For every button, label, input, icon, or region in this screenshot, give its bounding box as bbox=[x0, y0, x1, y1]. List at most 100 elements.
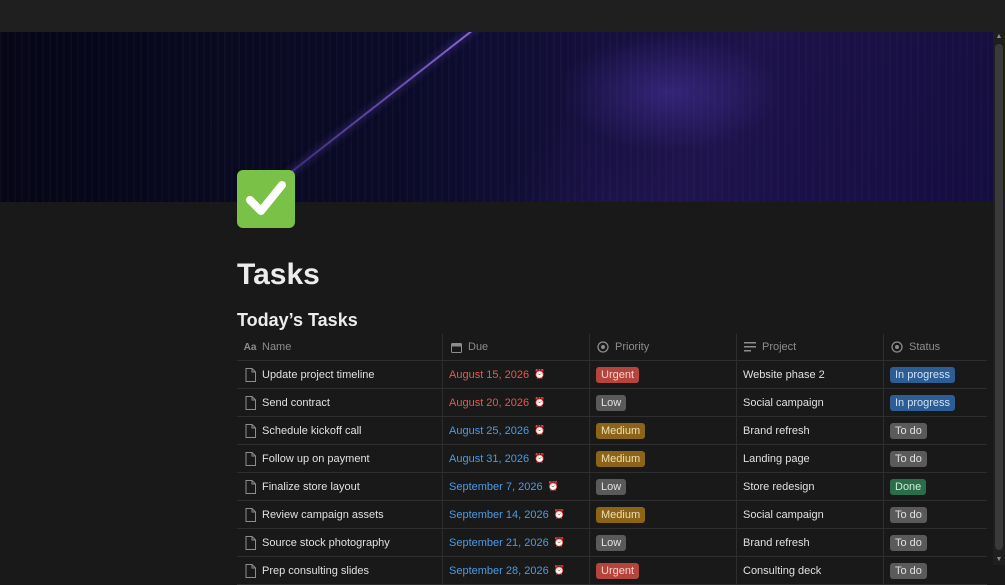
cell-due[interactable]: August 25, 2026 ⏰ bbox=[443, 417, 590, 444]
cell-name[interactable]: Finalize store layout bbox=[237, 473, 443, 500]
cell-priority[interactable]: Low bbox=[590, 473, 737, 500]
cell-name[interactable]: Update project timeline bbox=[237, 361, 443, 388]
cell-project[interactable]: Social campaign bbox=[737, 501, 884, 528]
column-header-status[interactable]: Status bbox=[884, 334, 987, 360]
alarm-clock-icon: ⏰ bbox=[553, 509, 565, 519]
due-date: August 15, 2026 bbox=[449, 368, 530, 381]
cell-name[interactable]: Send contract bbox=[237, 389, 443, 416]
cell-name[interactable]: Review campaign assets bbox=[237, 501, 443, 528]
cell-due[interactable]: August 15, 2026 ⏰ bbox=[443, 361, 590, 388]
table-row[interactable]: Send contract August 20, 2026 ⏰ Low Social c… bbox=[237, 389, 987, 417]
cell-status[interactable]: To do bbox=[884, 529, 987, 556]
due-date: September 14, 2026 bbox=[449, 508, 549, 521]
cell-due[interactable]: August 31, 2026 ⏰ bbox=[443, 445, 590, 472]
column-header-priority[interactable]: Priority bbox=[590, 334, 737, 360]
page-checkmark-icon[interactable] bbox=[237, 170, 295, 228]
cell-name[interactable]: Schedule kickoff call bbox=[237, 417, 443, 444]
table-row[interactable]: Follow up on payment August 31, 2026 ⏰ Medi… bbox=[237, 445, 987, 473]
status-tag: In progress bbox=[890, 366, 956, 383]
task-name: Prep consulting slides bbox=[262, 564, 370, 577]
page-doc-icon bbox=[245, 367, 256, 382]
text-lines-icon bbox=[743, 340, 757, 354]
column-header-name[interactable]: Aa Name bbox=[237, 334, 443, 360]
cover-image bbox=[0, 32, 993, 202]
cell-project[interactable]: Brand refresh bbox=[737, 417, 884, 444]
page-doc-icon bbox=[245, 451, 256, 466]
project-name: Social campaign bbox=[743, 396, 824, 409]
due-date: August 25, 2026 bbox=[449, 424, 530, 437]
cell-priority[interactable]: Low bbox=[590, 529, 737, 556]
column-header-project[interactable]: Project bbox=[737, 334, 884, 360]
page-doc-icon bbox=[245, 563, 256, 578]
cell-project[interactable]: Store redesign bbox=[737, 473, 884, 500]
table-row[interactable]: Prep consulting slides September 28, 2026… bbox=[237, 557, 987, 585]
table-header: Aa Name Due Priority Project Status bbox=[237, 334, 987, 361]
cell-status[interactable]: To do bbox=[884, 445, 987, 472]
tasks-table: Aa Name Due Priority Project Status Upda… bbox=[237, 334, 987, 585]
table-row[interactable]: Source stock photography September 21, 20… bbox=[237, 529, 987, 557]
cell-status[interactable]: To do bbox=[884, 417, 987, 444]
alarm-clock-icon: ⏰ bbox=[553, 537, 565, 547]
alarm-clock-icon: ⏰ bbox=[553, 565, 565, 575]
cell-priority[interactable]: Medium bbox=[590, 501, 737, 528]
cell-due[interactable]: September 28, 2026 ⏰ bbox=[443, 557, 590, 584]
cell-project[interactable]: Brand refresh bbox=[737, 529, 884, 556]
cell-project[interactable]: Social campaign bbox=[737, 389, 884, 416]
cell-due[interactable]: August 20, 2026 ⏰ bbox=[443, 389, 590, 416]
cell-due[interactable]: September 7, 2026 ⏰ bbox=[443, 473, 590, 500]
status-tag: To do bbox=[890, 506, 927, 523]
cell-priority[interactable]: Medium bbox=[590, 417, 737, 444]
alarm-clock-icon: ⏰ bbox=[534, 369, 546, 379]
alarm-clock-icon: ⏰ bbox=[547, 481, 559, 491]
table-row[interactable]: Update project timeline August 15, 2026 ⏰ U… bbox=[237, 361, 987, 389]
cell-status[interactable]: In progress bbox=[884, 361, 987, 388]
scroll-thumb[interactable] bbox=[995, 44, 1003, 550]
project-name: Consulting deck bbox=[743, 564, 822, 577]
alarm-clock-icon: ⏰ bbox=[534, 397, 546, 407]
due-date: September 7, 2026 bbox=[449, 480, 543, 493]
table-row[interactable]: Review campaign assets September 14, 2026… bbox=[237, 501, 987, 529]
cell-priority[interactable]: Urgent bbox=[590, 557, 737, 584]
cell-due[interactable]: September 14, 2026 ⏰ bbox=[443, 501, 590, 528]
table-row[interactable]: Schedule kickoff call August 25, 2026 ⏰ Med… bbox=[237, 417, 987, 445]
priority-tag: Medium bbox=[596, 506, 646, 523]
cell-project[interactable]: Landing page bbox=[737, 445, 884, 472]
page-doc-icon bbox=[245, 423, 256, 438]
cell-name[interactable]: Source stock photography bbox=[237, 529, 443, 556]
cell-status[interactable]: To do bbox=[884, 557, 987, 584]
cell-due[interactable]: September 21, 2026 ⏰ bbox=[443, 529, 590, 556]
cell-name[interactable]: Prep consulting slides bbox=[237, 557, 443, 584]
calendar-icon bbox=[449, 340, 463, 354]
cell-name[interactable]: Follow up on payment bbox=[237, 445, 443, 472]
cell-priority[interactable]: Low bbox=[590, 389, 737, 416]
status-tag: To do bbox=[890, 422, 927, 439]
top-bar bbox=[0, 0, 1005, 32]
scroll-down-icon[interactable]: ▼ bbox=[995, 555, 1003, 565]
due-date: September 21, 2026 bbox=[449, 536, 549, 549]
cell-priority[interactable]: Medium bbox=[590, 445, 737, 472]
priority-tag: Medium bbox=[596, 422, 646, 439]
text-aa-icon: Aa bbox=[243, 341, 257, 353]
priority-tag: Urgent bbox=[596, 366, 640, 383]
project-name: Landing page bbox=[743, 452, 810, 465]
task-name: Schedule kickoff call bbox=[262, 424, 362, 437]
project-name: Brand refresh bbox=[743, 536, 810, 549]
column-header-due[interactable]: Due bbox=[443, 334, 590, 360]
page-title: Tasks bbox=[237, 258, 320, 291]
scroll-up-icon[interactable]: ▲ bbox=[995, 32, 1003, 42]
project-name: Website phase 2 bbox=[743, 368, 825, 381]
cell-status[interactable]: Done bbox=[884, 473, 987, 500]
page-doc-icon bbox=[245, 535, 256, 550]
task-name: Source stock photography bbox=[262, 536, 390, 549]
task-name: Review campaign assets bbox=[262, 508, 384, 521]
cell-priority[interactable]: Urgent bbox=[590, 361, 737, 388]
cell-project[interactable]: Website phase 2 bbox=[737, 361, 884, 388]
status-circle-icon bbox=[596, 340, 610, 354]
scrollbar[interactable]: ▲ ▼ bbox=[993, 32, 1005, 565]
cell-status[interactable]: To do bbox=[884, 501, 987, 528]
status-circle-icon bbox=[890, 340, 904, 354]
priority-tag: Low bbox=[596, 394, 627, 411]
cell-project[interactable]: Consulting deck bbox=[737, 557, 884, 584]
table-row[interactable]: Finalize store layout September 7, 2026 ⏰ L… bbox=[237, 473, 987, 501]
cell-status[interactable]: In progress bbox=[884, 389, 987, 416]
